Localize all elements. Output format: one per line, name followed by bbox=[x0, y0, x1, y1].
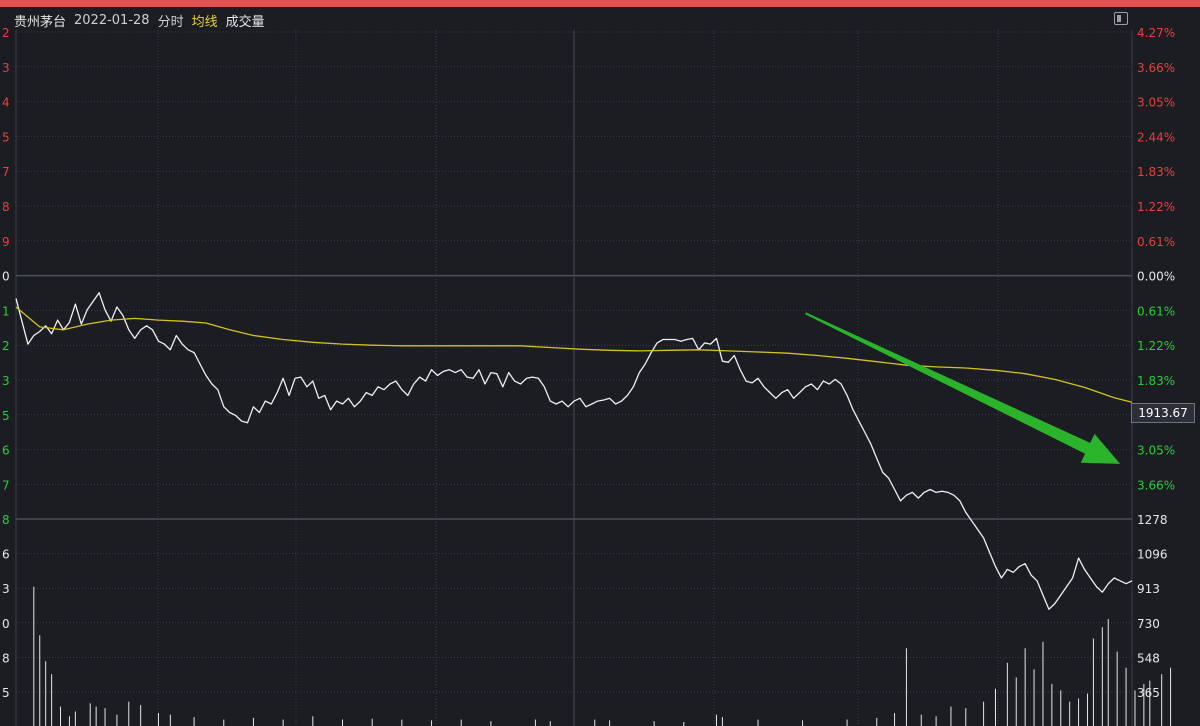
left-price-tick-label: 4 bbox=[2, 96, 10, 110]
left-price-tick-label: 8 bbox=[2, 513, 10, 527]
left-price-tick-label: 9 bbox=[2, 235, 10, 249]
left-price-tick-label: 5 bbox=[2, 130, 10, 144]
volume-tick-label: 548 bbox=[1137, 651, 1160, 665]
left-price-tick-label: 3 bbox=[2, 61, 10, 75]
volume-tick-label: 1278 bbox=[1137, 513, 1168, 527]
right-pct-tick-label: 4.27% bbox=[1137, 26, 1175, 40]
volume-tick-label: 730 bbox=[1137, 617, 1160, 631]
volume-tick-label: 1096 bbox=[1137, 548, 1168, 562]
right-pct-tick-label: 3.05% bbox=[1137, 96, 1175, 110]
left-price-tick-label: 6 bbox=[2, 444, 10, 458]
left-price-tick-label: 1 bbox=[2, 304, 10, 318]
volume-tick-label: 913 bbox=[1137, 582, 1160, 596]
left-price-tick-label: 7 bbox=[2, 478, 10, 492]
left-price-tick-label: 0 bbox=[2, 270, 10, 284]
left-price-tick-label: 8 bbox=[2, 200, 10, 214]
right-pct-tick-label: 2.44% bbox=[1137, 130, 1175, 144]
left-volume-tick-label: 0 bbox=[2, 617, 10, 631]
left-price-tick-label: 2 bbox=[2, 26, 10, 40]
right-pct-tick-label: 0.61% bbox=[1137, 235, 1175, 249]
right-pct-tick-label: 0.00% bbox=[1137, 270, 1175, 284]
right-pct-tick-label: 0.61% bbox=[1137, 304, 1175, 318]
right-pct-tick-label: 3.66% bbox=[1137, 478, 1175, 492]
left-price-tick-label: 3 bbox=[2, 374, 10, 388]
right-pct-tick-label: 3.05% bbox=[1137, 444, 1175, 458]
volume-tick-label: 365 bbox=[1137, 686, 1160, 700]
right-pct-tick-label: 1.22% bbox=[1137, 200, 1175, 214]
left-price-tick-label: 5 bbox=[2, 409, 10, 423]
left-price-tick-label: 2 bbox=[2, 339, 10, 353]
left-volume-tick-label: 5 bbox=[2, 686, 10, 700]
current-price-tag: 1913.67 bbox=[1131, 403, 1195, 423]
right-pct-tick-label: 1.83% bbox=[1137, 374, 1175, 388]
right-pct-tick-label: 1.83% bbox=[1137, 165, 1175, 179]
left-volume-tick-label: 8 bbox=[2, 651, 10, 665]
downtrend-arrow bbox=[805, 312, 1121, 464]
left-price-tick-label: 7 bbox=[2, 165, 10, 179]
left-volume-tick-label: 3 bbox=[2, 582, 10, 596]
left-volume-tick-label: 6 bbox=[2, 548, 10, 562]
right-pct-tick-label: 3.66% bbox=[1137, 61, 1175, 75]
right-pct-tick-label: 1.22% bbox=[1137, 339, 1175, 353]
intraday-chart: 4.27% 3.66% 3.05% 2.44% 1.83% 1.22% 0.61% 0.00%… bbox=[2, 26, 1175, 726]
